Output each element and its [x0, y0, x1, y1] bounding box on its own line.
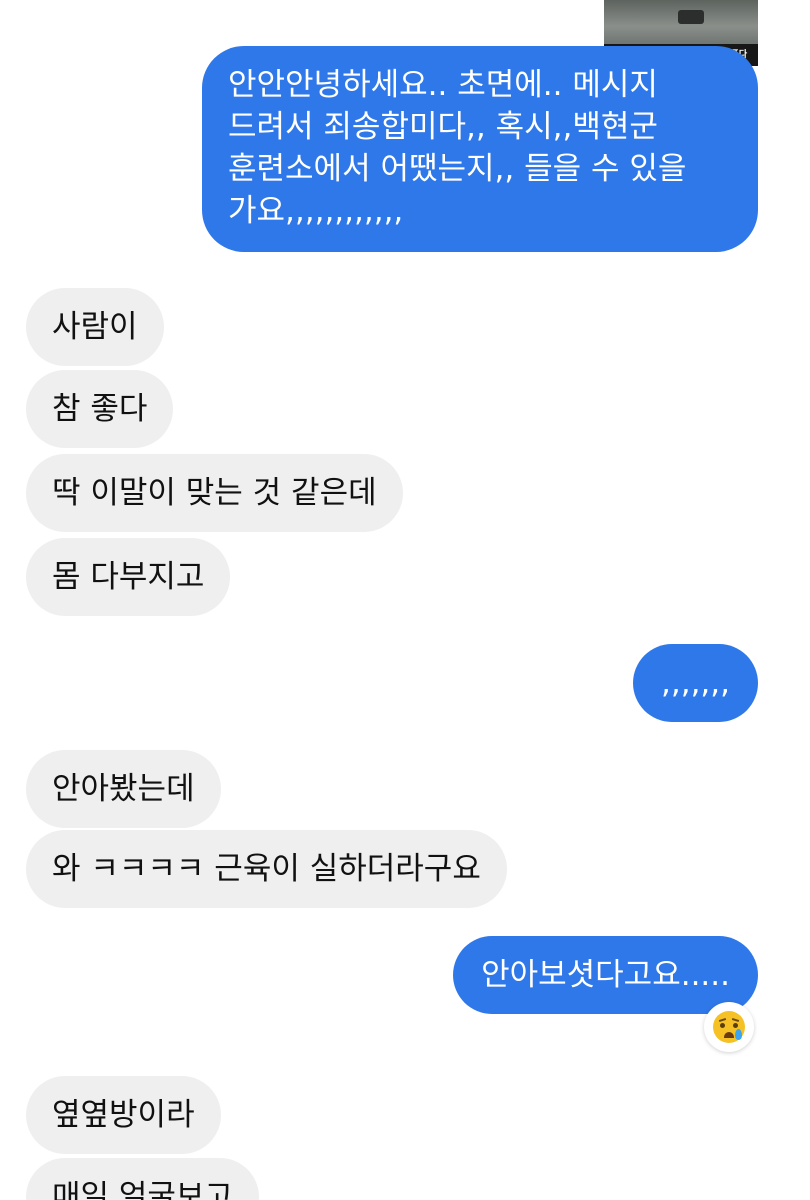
message-text: 와 ㅋㅋㅋㅋ 근육이 실하더라구요 — [52, 851, 481, 887]
outgoing-message-bubble[interactable]: ,,,,,,, — [633, 644, 758, 722]
message-text: 매일 얼굴보고 — [52, 1179, 233, 1200]
incoming-message-bubble[interactable]: 매일 얼굴보고 — [26, 1158, 259, 1200]
message-text: 참 좋다 — [52, 391, 148, 427]
message-text: 안아봤는데 — [52, 771, 195, 807]
message-text: 몸 다부지고 — [52, 559, 205, 595]
thumbnail-figure — [678, 10, 704, 24]
message-text: ,,,,,,, — [661, 665, 730, 701]
thumbnail-image — [604, 0, 758, 44]
message-text: 안아보셧다고요..... — [481, 957, 730, 993]
message-line: 훈련소에서 어땠는지,, 들을 수 있을 — [228, 151, 687, 187]
message-text: 옆옆방이라 — [52, 1097, 195, 1133]
message-line: 가요,,,,,,,,,,,, — [228, 193, 404, 229]
incoming-message-bubble[interactable]: 안아봤는데 — [26, 750, 221, 828]
chat-screen: EXO 백현이랑 훈련소 동기썰 푼다 안안안녕하세요.. 초면에.. 메시지 … — [0, 0, 810, 1200]
incoming-message-bubble[interactable]: 몸 다부지고 — [26, 538, 231, 616]
incoming-message-bubble[interactable]: 와 ㅋㅋㅋㅋ 근육이 실하더라구요 — [26, 830, 507, 908]
incoming-message-bubble[interactable]: 사람이 — [26, 288, 164, 366]
message-reaction[interactable] — [704, 1002, 754, 1052]
message-text: 사람이 — [52, 309, 138, 345]
message-text: 딱 이말이 맞는 것 같은데 — [52, 475, 377, 511]
outgoing-message-bubble[interactable]: 안아보셧다고요..... — [453, 936, 758, 1014]
message-line: 안안안녕하세요.. 초면에.. 메시지 — [228, 67, 658, 103]
crying-face-emoji-icon — [713, 1011, 745, 1043]
message-line: 드려서 죄송합미다,, 혹시,,백현군 — [228, 109, 658, 145]
incoming-message-bubble[interactable]: 참 좋다 — [26, 370, 174, 448]
incoming-message-bubble[interactable]: 옆옆방이라 — [26, 1076, 221, 1154]
outgoing-message-bubble[interactable]: 안안안녕하세요.. 초면에.. 메시지 드려서 죄송합미다,, 혹시,,백현군 … — [202, 46, 758, 252]
incoming-message-bubble[interactable]: 딱 이말이 맞는 것 같은데 — [26, 454, 403, 532]
